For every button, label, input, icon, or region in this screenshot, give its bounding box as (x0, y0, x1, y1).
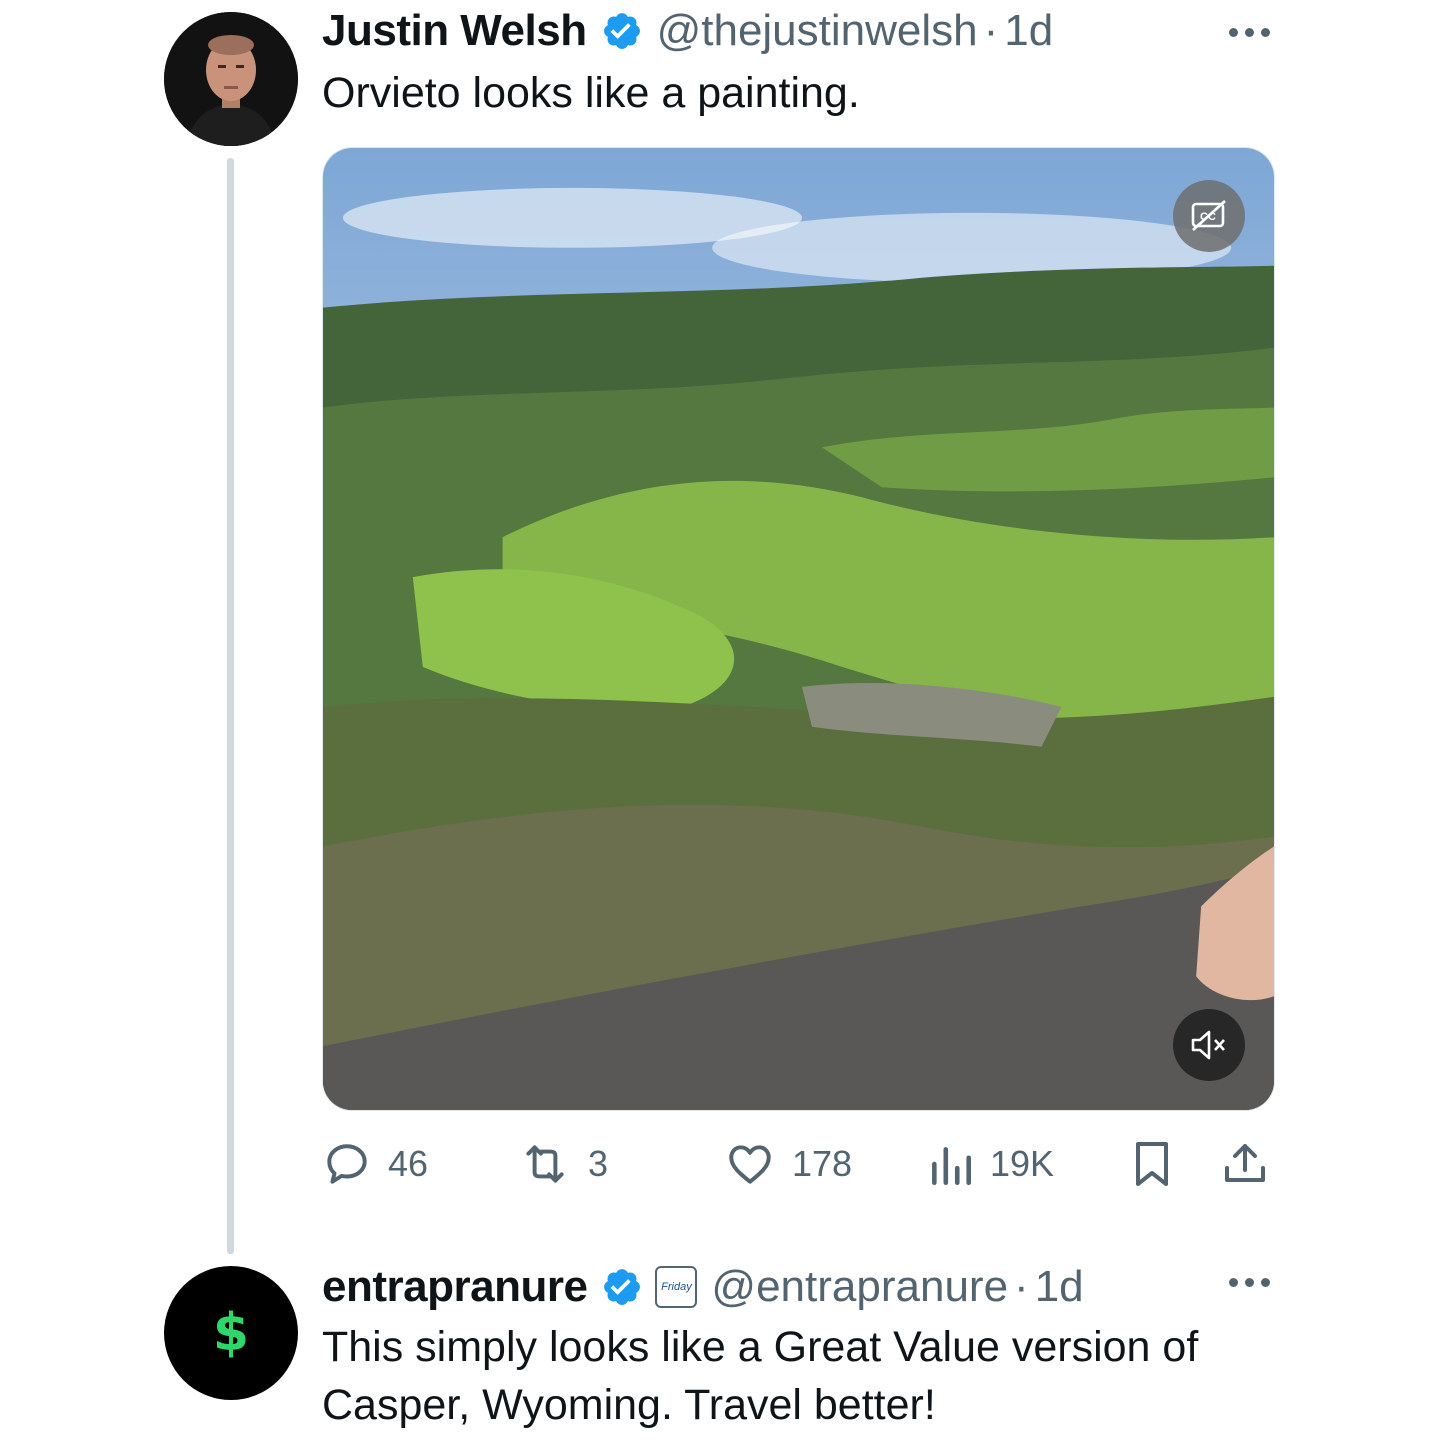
tweet-header: Justin Welsh @thejustinwelsh · 1d (322, 6, 1053, 56)
separator-dot: · (983, 6, 999, 55)
verified-badge-icon[interactable] (601, 1266, 643, 1308)
muted-speaker-icon[interactable] (1173, 1009, 1245, 1081)
tweet-header: entrapranure Friday @entrapranure · 1d (322, 1262, 1084, 1312)
repost-icon (526, 1145, 564, 1183)
more-dots-icon[interactable] (1229, 28, 1270, 37)
captions-off-icon[interactable]: CC (1173, 180, 1245, 252)
views-button[interactable]: 19K (928, 1138, 1054, 1190)
author-name[interactable]: entrapranure (322, 1262, 588, 1312)
share-icon (1225, 1144, 1265, 1182)
avatar[interactable] (164, 12, 298, 146)
avatar-dollar-symbol: $ (212, 1303, 250, 1363)
avatar-photo (164, 12, 298, 146)
thread-connector-line (227, 158, 234, 1254)
more-dots-icon[interactable] (1229, 1278, 1270, 1287)
share-button[interactable] (1220, 1138, 1270, 1190)
landscape-video-frame (323, 148, 1274, 1110)
repost-count: 3 (588, 1143, 609, 1184)
author-handle[interactable]: @thejustinwelsh (657, 6, 978, 56)
author-handle[interactable]: @entrapranure (711, 1262, 1008, 1312)
reply-button[interactable]: 46 (322, 1138, 428, 1190)
repost-button[interactable]: 3 (518, 1138, 608, 1190)
video-player[interactable]: CC (322, 147, 1275, 1111)
like-button[interactable]: 178 (724, 1138, 852, 1190)
timestamp[interactable]: 1d (1035, 1262, 1084, 1312)
tweet-text: Orvieto looks like a painting. (322, 69, 860, 117)
views-count: 19K (990, 1143, 1055, 1184)
heart-icon (729, 1145, 771, 1184)
bookmark-button[interactable] (1128, 1138, 1176, 1190)
affiliate-badge[interactable]: Friday (655, 1266, 698, 1308)
reply-count: 46 (388, 1143, 429, 1184)
author-name[interactable]: Justin Welsh (322, 6, 587, 56)
verified-badge-icon[interactable] (601, 10, 643, 52)
tweet-entrapranure[interactable]: $ entrapranure Friday @entrapranure · 1d… (0, 1258, 1440, 1440)
timestamp[interactable]: 1d (1004, 6, 1053, 56)
like-count: 178 (792, 1143, 853, 1184)
tweet-text: This simply looks like a Great Value ver… (322, 1323, 1199, 1429)
bookmark-icon (1136, 1142, 1168, 1186)
tweet-actions-bar: 46 3 178 19K (322, 1138, 1282, 1190)
avatar[interactable]: $ (164, 1266, 298, 1400)
views-chart-icon (932, 1147, 971, 1186)
reply-icon (327, 1144, 367, 1184)
tweet-justin-welsh[interactable]: Justin Welsh @thejustinwelsh · 1d Orviet… (0, 0, 1440, 1254)
separator-dot: · (1014, 1262, 1029, 1311)
